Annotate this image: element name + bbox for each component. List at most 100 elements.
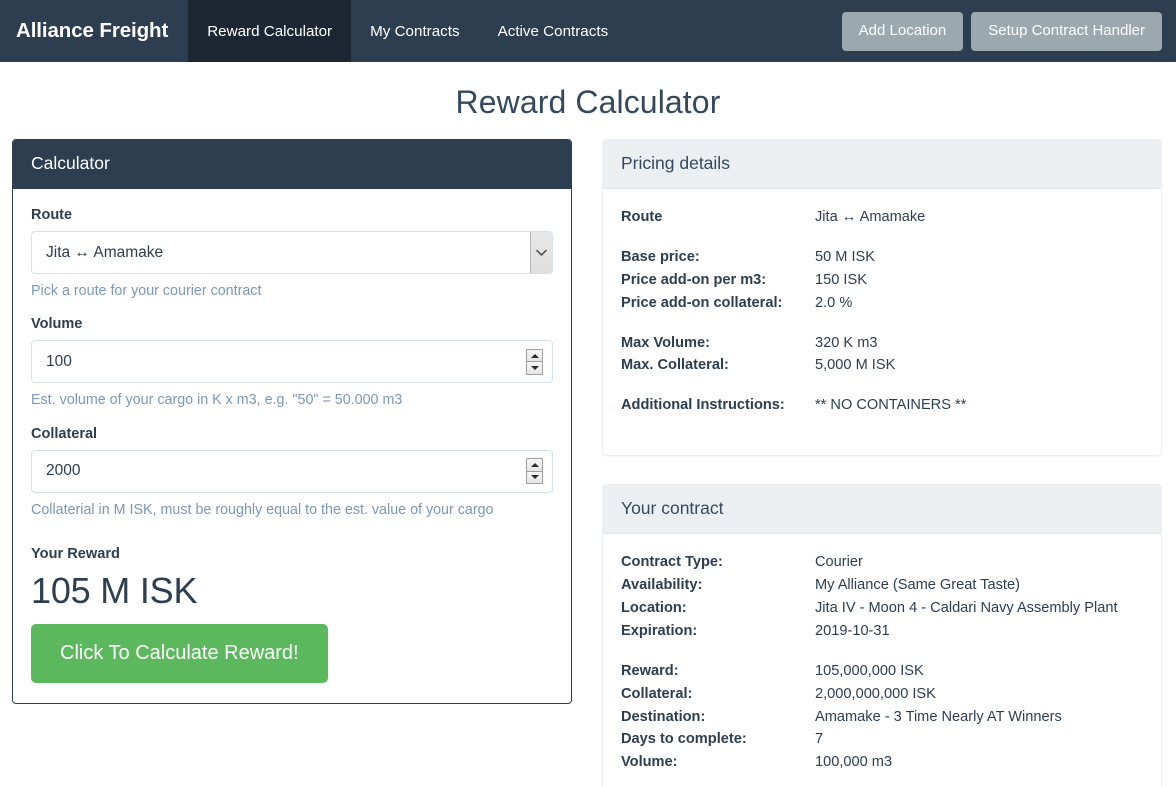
- your-contract-table: Contract Type: Courier Availability: My …: [621, 552, 1143, 787]
- table-row: Additional Instructions: ** NO CONTAINER…: [621, 395, 1143, 418]
- nav-link-my-contracts[interactable]: My Contracts: [351, 0, 478, 62]
- availability-value: My Alliance (Same Great Taste): [815, 577, 1020, 594]
- table-row: Days to complete: 7: [621, 729, 1143, 752]
- spacer-row: [621, 644, 1143, 661]
- pricing-route-value: Jita ↔ Amamake: [815, 209, 926, 225]
- stepper-down-icon[interactable]: [527, 362, 542, 374]
- reward-amount: 105 M ISK: [31, 569, 198, 611]
- collateral-value: 2,000,000,000 ISK: [815, 685, 936, 702]
- volume-form-group: Volume Est. volume of your cargo in K x …: [31, 316, 553, 410]
- pricing-route-key: Route: [621, 209, 663, 225]
- table-row: Expiration: 2019-10-31: [621, 621, 1143, 644]
- calculate-reward-button[interactable]: Click To Calculate Reward!: [31, 623, 328, 683]
- reward-block: Your Reward 105 M ISK Click To Calculate…: [31, 546, 553, 683]
- base-price-key: Base price:: [621, 248, 700, 265]
- calculator-column: Calculator Route Jita ↔ Amamake Pick a r…: [12, 139, 572, 732]
- base-price-value: 50 M ISK: [815, 248, 876, 265]
- route-form-group: Route Jita ↔ Amamake Pick a route for yo…: [31, 207, 553, 301]
- nav-link-reward-calculator[interactable]: Reward Calculator: [188, 0, 352, 62]
- stepper-up-icon[interactable]: [527, 459, 542, 472]
- price-addon-m3-key: Price add-on per m3:: [621, 271, 767, 288]
- your-contract-body: Contract Type: Courier Availability: My …: [603, 534, 1161, 787]
- route-select[interactable]: Jita ↔ Amamake: [31, 231, 553, 274]
- table-row: Max Volume: 320 K m3: [621, 333, 1143, 356]
- reward-label: Your Reward: [31, 545, 120, 562]
- setup-contract-handler-button[interactable]: Setup Contract Handler: [971, 11, 1162, 51]
- stepper-up-icon[interactable]: [527, 349, 542, 363]
- table-row: Max. Collateral: 5,000 M ISK: [621, 355, 1143, 378]
- spacer-row: [621, 378, 1143, 395]
- calculator-panel-heading: Calculator: [13, 140, 571, 189]
- main-content: Calculator Route Jita ↔ Amamake Pick a r…: [0, 139, 1176, 787]
- spacer-row: [621, 316, 1143, 333]
- table-row: Reward: 105,000,000 ISK: [621, 661, 1143, 684]
- additional-instructions-key: Additional Instructions:: [621, 397, 785, 414]
- add-location-button[interactable]: Add Location: [841, 11, 964, 51]
- collateral-key: Collateral:: [621, 685, 693, 702]
- expiration-key: Expiration:: [621, 622, 698, 639]
- collateral-stepper[interactable]: [526, 458, 543, 485]
- reward-value: 105,000,000 ISK: [815, 662, 924, 679]
- contract-type-value: Courier: [815, 554, 863, 571]
- volume-help-text: Est. volume of your cargo in K x m3, e.g…: [31, 392, 403, 409]
- collateral-help-text: Collaterial in M ISK, must be roughly eq…: [31, 501, 494, 518]
- table-row: Base price: 50 M ISK: [621, 247, 1143, 270]
- availability-key: Availability:: [621, 577, 703, 594]
- destination-value: Amamake - 3 Time Nearly AT Winners: [815, 708, 1062, 725]
- price-addon-collateral-key: Price add-on collateral:: [621, 294, 783, 311]
- collateral-label: Collateral: [31, 425, 98, 442]
- route-help-text: Pick a route for your courier contract: [31, 283, 262, 299]
- brand-logo[interactable]: Alliance Freight: [0, 0, 188, 62]
- top-navbar: Alliance Freight Reward Calculator My Co…: [0, 0, 1176, 62]
- spacer-row: [621, 418, 1143, 435]
- price-addon-collateral-value: 2.0 %: [815, 294, 853, 311]
- pricing-details-panel: Pricing details Route Jita ↔ Amamake Bas…: [602, 139, 1162, 457]
- contract-type-key: Contract Type:: [621, 554, 723, 571]
- table-row: Collateral: 2,000,000,000 ISK: [621, 684, 1143, 707]
- reward-key: Reward:: [621, 662, 679, 679]
- spacer-row: [621, 230, 1143, 247]
- route-label: Route: [31, 207, 73, 223]
- location-value: Jita IV - Moon 4 - Caldari Navy Assembly…: [815, 600, 1118, 617]
- stepper-down-icon[interactable]: [527, 471, 542, 484]
- table-row: Contract Type: Courier: [621, 552, 1143, 575]
- collateral-input[interactable]: [31, 449, 553, 493]
- table-row: Availability: My Alliance (Same Great Ta…: [621, 575, 1143, 598]
- max-volume-value: 320 K m3: [815, 334, 878, 351]
- spacer-row: [621, 775, 1143, 787]
- volume-label: Volume: [31, 316, 83, 333]
- table-row: Route Jita ↔ Amamake: [621, 207, 1143, 230]
- max-collateral-value: 5,000 M ISK: [815, 357, 896, 374]
- pricing-details-table: Route Jita ↔ Amamake Base price: 50 M IS…: [621, 207, 1143, 435]
- your-contract-panel: Your contract Contract Type: Courier Ava…: [602, 484, 1162, 787]
- nav-links: Reward Calculator My Contracts Active Co…: [188, 0, 627, 62]
- expiration-value: 2019-10-31: [815, 622, 890, 639]
- pricing-details-body: Route Jita ↔ Amamake Base price: 50 M IS…: [603, 189, 1161, 455]
- volume-key: Volume:: [621, 754, 678, 771]
- table-row: Volume: 100,000 m3: [621, 752, 1143, 775]
- volume-input-wrapper: [31, 340, 553, 384]
- max-collateral-key: Max. Collateral:: [621, 357, 729, 374]
- collateral-input-wrapper: [31, 449, 553, 493]
- days-to-complete-key: Days to complete:: [621, 731, 747, 748]
- volume-input[interactable]: [31, 340, 553, 384]
- table-row: Price add-on per m3: 150 ISK: [621, 270, 1143, 293]
- calculator-panel: Calculator Route Jita ↔ Amamake Pick a r…: [12, 139, 572, 704]
- volume-stepper[interactable]: [526, 348, 543, 375]
- nav-link-active-contracts[interactable]: Active Contracts: [479, 0, 628, 62]
- pricing-details-heading: Pricing details: [603, 140, 1161, 189]
- table-row: Location: Jita IV - Moon 4 - Caldari Nav…: [621, 598, 1143, 621]
- max-volume-key: Max Volume:: [621, 334, 710, 351]
- additional-instructions-value: ** NO CONTAINERS **: [815, 397, 967, 414]
- volume-value: 100,000 m3: [815, 754, 893, 771]
- calculator-panel-body: Route Jita ↔ Amamake Pick a route for yo…: [13, 189, 571, 703]
- route-select-wrapper: Jita ↔ Amamake: [31, 231, 553, 274]
- collateral-form-group: Collateral Collaterial in M ISK, must be…: [31, 426, 553, 520]
- destination-key: Destination:: [621, 708, 706, 725]
- your-contract-heading: Your contract: [603, 485, 1161, 535]
- details-column: Pricing details Route Jita ↔ Amamake Bas…: [602, 139, 1162, 787]
- table-row: Price add-on collateral: 2.0 %: [621, 293, 1143, 316]
- price-addon-m3-value: 150 ISK: [815, 271, 867, 288]
- days-to-complete-value: 7: [815, 731, 824, 748]
- location-key: Location:: [621, 600, 687, 617]
